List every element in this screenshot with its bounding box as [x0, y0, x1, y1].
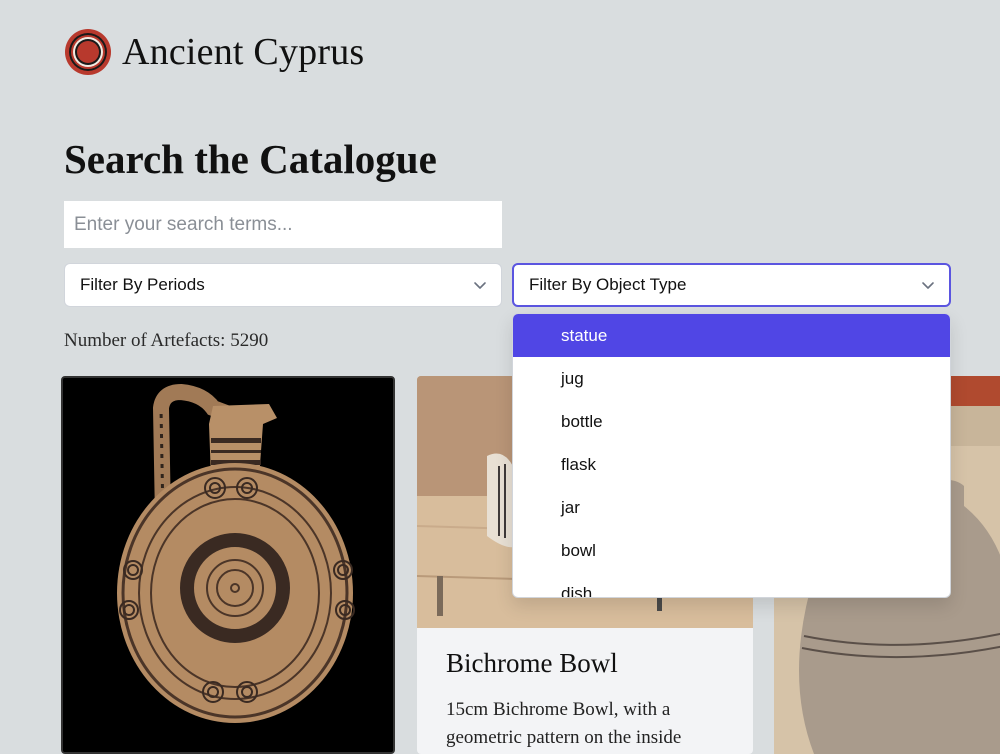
dropdown-option-bowl[interactable]: bowl	[513, 529, 950, 572]
site-name: Ancient Cyprus	[122, 31, 365, 73]
artefact-card[interactable]	[61, 376, 395, 754]
dropdown-option-dish[interactable]: dish	[513, 572, 950, 598]
filter-periods-label: Filter By Periods	[80, 275, 205, 294]
chevron-down-icon	[474, 282, 486, 289]
dropdown-option-jug[interactable]: jug	[513, 357, 950, 400]
object-type-dropdown-menu[interactable]: statue jug bottle flask jar bowl dish	[512, 313, 951, 598]
dropdown-option-jar[interactable]: jar	[513, 486, 950, 529]
artefact-count: Number of Artefacts: 5290	[64, 330, 269, 351]
dropdown-option-statue[interactable]: statue	[513, 314, 950, 357]
filter-object-type-label: Filter By Object Type	[529, 275, 687, 294]
dropdown-option-flask[interactable]: flask	[513, 443, 950, 486]
card-title: Bichrome Bowl	[446, 648, 618, 678]
search-input[interactable]	[64, 201, 502, 248]
concentric-circles-logo-icon	[65, 29, 111, 75]
card-description: 15cm Bichrome Bowl, with a geometric pat…	[446, 699, 682, 748]
dropdown-option-bottle[interactable]: bottle	[513, 400, 950, 443]
filter-object-type-select[interactable]: Filter By Object Type	[512, 263, 951, 307]
bichrome-jug-photo	[63, 378, 393, 752]
filter-periods-select[interactable]: Filter By Periods	[64, 263, 502, 307]
page-title: Search the Catalogue	[64, 136, 437, 182]
chevron-down-icon	[922, 282, 934, 289]
site-brand[interactable]: Ancient Cyprus	[64, 28, 364, 76]
